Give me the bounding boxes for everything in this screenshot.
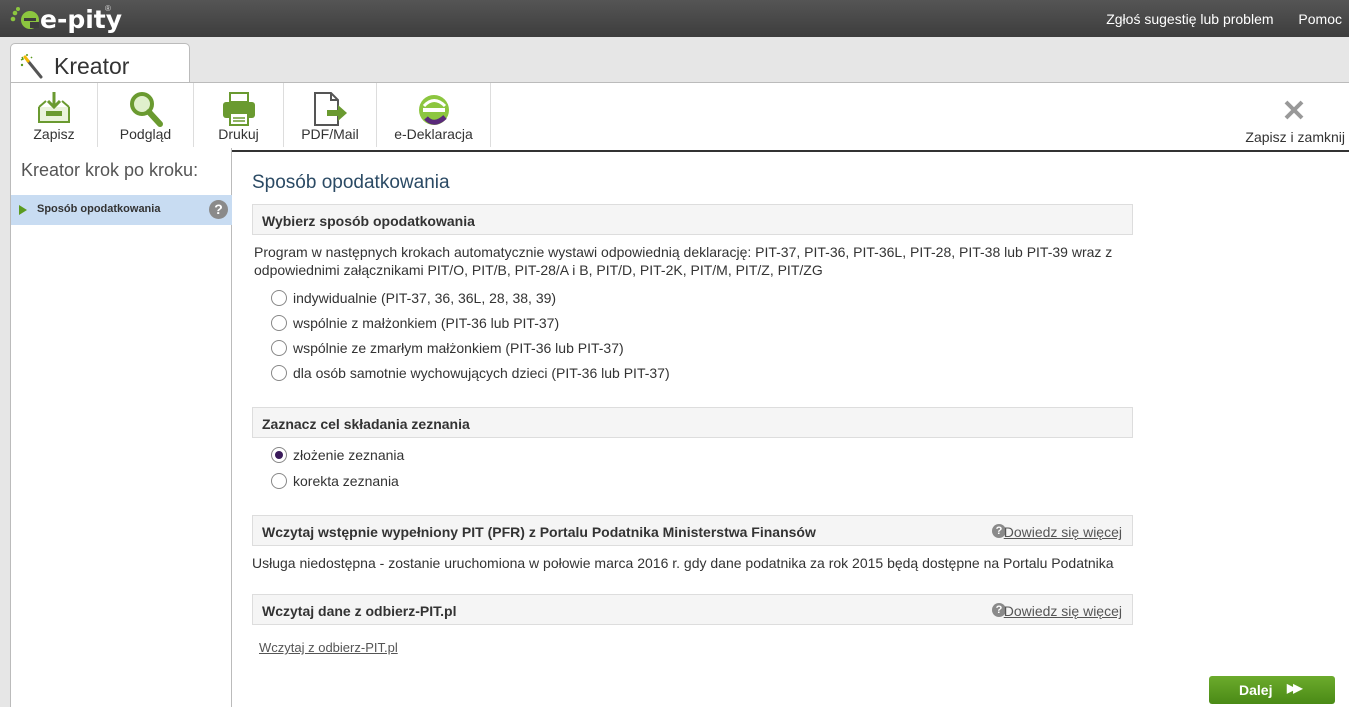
radio-label: dla osób samotnie wychowujących dzieci (… [293,365,670,381]
radio-button[interactable] [271,340,287,356]
save-icon [38,92,70,123]
save-label: Zapisz [33,126,75,142]
radio-label: złożenie zeznania [293,447,405,463]
radio-button[interactable] [271,315,287,331]
radio-button[interactable] [271,290,287,306]
sidebar: Kreator krok po kroku: Sposób opodatkowa… [10,148,232,707]
preview-label: Podgląd [119,126,172,142]
save-and-close-button[interactable]: Zapisz i zamknij [1245,95,1345,145]
radio-label: wspólnie z małżonkiem (PIT-36 lub PIT-37… [293,315,560,331]
print-button[interactable]: Drukuj [194,83,284,147]
divider [232,150,1349,152]
sidebar-item-sposob-opodatkowania[interactable]: Sposób opodatkowania ? [11,195,232,225]
magnifier-icon [129,92,163,127]
section-filing-purpose: Zaznacz cel składania zeznania [252,407,1133,438]
print-label: Drukuj [218,126,259,142]
sidebar-heading: Kreator krok po kroku: [21,160,199,180]
pdf-export-icon [314,92,347,126]
page-title: Sposób opodatkowania [252,172,450,193]
radio-label: indywidualnie (PIT-37, 36, 36L, 28, 38, … [293,290,557,306]
double-arrow-icon: ▶▶ [1287,681,1303,695]
printer-icon [222,92,255,126]
save-button[interactable]: Zapisz [11,83,98,147]
section-load-odbierz-pit: Wczytaj dane z odbierz-PIT.pl ? Dowiedz … [252,594,1133,625]
e-deklaracja-button[interactable]: e-Deklaracja [377,83,491,147]
wand-icon [20,54,43,79]
section-title: Wczytaj wstępnie wypełniony PIT (PFR) z … [262,524,816,540]
radio-button-checked[interactable] [271,447,287,463]
section-title: Zaznacz cel składania zeznania [262,416,470,432]
e-declaration-icon [418,95,449,125]
learn-more-link[interactable]: Dowiedz się więcej [1004,524,1122,540]
next-label: Dalej [1239,682,1273,698]
load-from-odbierz-pit-link[interactable]: Wczytaj z odbierz-PIT.pl [259,640,398,655]
service-unavailable-text: Usługa niedostępna - zostanie uruchomion… [252,555,1114,571]
section-description: Program w następnych krokach automatyczn… [254,244,1113,278]
radio-label: korekta zeznania [293,473,399,489]
feedback-link[interactable]: Zgłoś sugestię lub problem [1106,11,1273,27]
radio-button[interactable] [271,365,287,381]
logo-registered-mark: ® [105,4,111,13]
section-title: Wybierz sposób opodatkowania [262,213,475,229]
logo-dots-icon [10,7,39,29]
main-content: Sposób opodatkowania Wybierz sposób opod… [232,148,1349,707]
tab-kreator[interactable]: Kreator [10,43,190,85]
e-deklaracja-label: e-Deklaracja [394,126,473,142]
section-load-pfr: Wczytaj wstępnie wypełniony PIT (PFR) z … [252,515,1133,546]
help-icon[interactable]: ? [209,200,228,219]
learn-more-link[interactable]: Dowiedz się więcej [1004,603,1122,619]
toolbar: Zapisz Podgląd Drukuj PDF/Mail e-Deklara… [10,82,1349,148]
section-tax-method: Wybierz sposób opodatkowania [252,204,1133,235]
preview-button[interactable]: Podgląd [98,83,194,147]
tab-title: Kreator [54,53,130,79]
top-bar: e-pity ® Zgłoś sugestię lub problem Pomo… [0,0,1349,37]
radio-label: wspólnie ze zmarłym małżonkiem (PIT-36 l… [293,340,624,356]
section-title: Wczytaj dane z odbierz-PIT.pl [262,603,457,619]
save-and-close-label: Zapisz i zamknij [1245,129,1345,145]
next-button[interactable]: Dalej ▶▶ [1209,676,1335,704]
sidebar-item-label: Sposób opodatkowania [37,203,161,215]
pdf-mail-label: PDF/Mail [301,126,359,142]
pdf-mail-button[interactable]: PDF/Mail [284,83,377,147]
help-link[interactable]: Pomoc [1298,11,1342,27]
play-arrow-icon [19,205,27,215]
radio-button[interactable] [271,473,287,489]
top-links: Zgłoś sugestię lub problem Pomoc [1085,11,1342,27]
close-icon [1284,100,1304,120]
